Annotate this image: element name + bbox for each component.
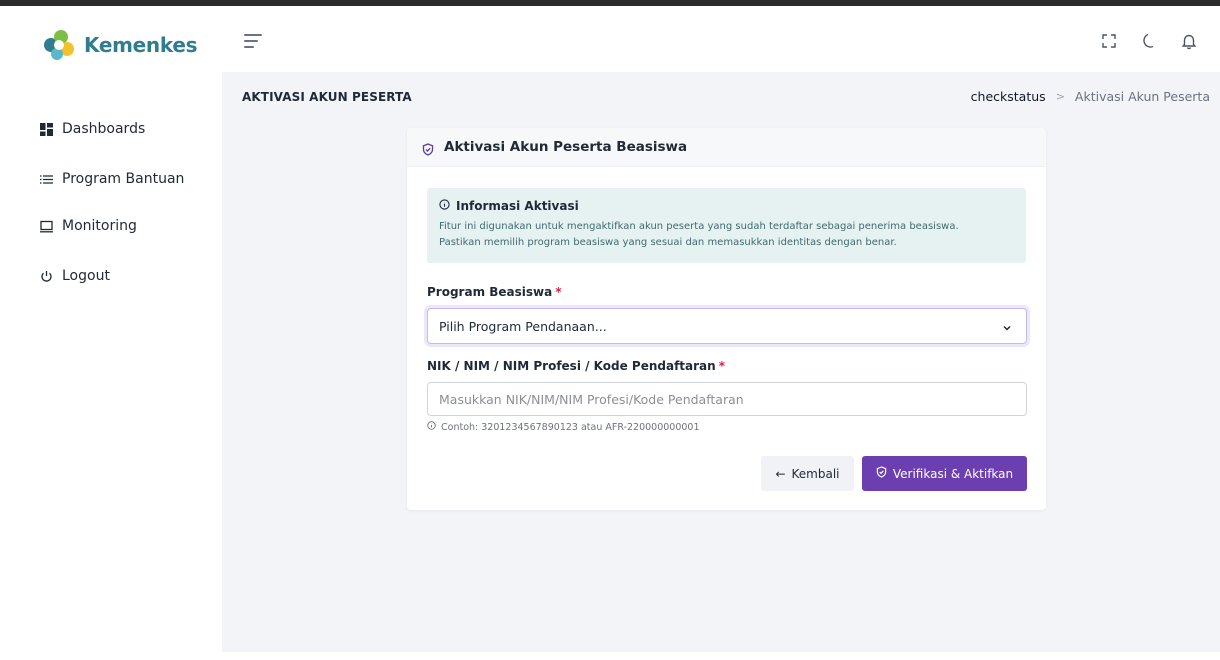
chevron-down-icon [1002,321,1012,331]
shield-icon [422,141,434,156]
header: Kemenkes [0,6,1220,72]
info-icon [427,421,436,433]
sidebar-item-monitoring[interactable]: Monitoring [40,218,137,234]
sidebar-item-logout[interactable]: Logout [40,268,110,284]
breadcrumb: checkstatus > Aktivasi Akun Peserta [971,89,1210,104]
brand[interactable]: Kemenkes [42,28,197,62]
power-icon [40,270,53,283]
brand-name: Kemenkes [84,33,198,57]
kemenkes-logo-icon [42,28,76,62]
program-select[interactable]: Pilih Program Pendanaan... [427,308,1027,344]
sidebar-item-dashboards[interactable]: Dashboards [40,121,145,137]
identity-label: NIK / NIM / NIM Profesi / Kode Pendaftar… [427,359,725,373]
sidebar-item-label: Logout [62,268,110,284]
sidebar-item-label: Program Bantuan [62,171,185,187]
info-title: Informasi Aktivasi [456,199,579,213]
identity-input[interactable] [427,382,1027,416]
dark-mode-icon[interactable] [1140,32,1158,50]
breadcrumb-link-checkstatus[interactable]: checkstatus [971,89,1046,104]
back-button-label: Kembali [791,466,840,481]
sidebar-item-label: Dashboards [62,121,146,137]
card-header: Aktivasi Akun Peserta Beasiswa [407,128,1046,167]
program-select-value: Pilih Program Pendanaan... [439,318,607,334]
notification-bell-icon[interactable] [1180,32,1198,50]
monitor-icon [40,220,53,233]
list-icon [40,173,53,186]
menu-toggle-icon[interactable] [244,34,262,50]
shield-check-icon [876,466,887,481]
fullscreen-icon[interactable] [1100,32,1118,50]
arrow-left-icon: ← [775,466,786,481]
identity-hint-text: Contoh: 3201234567890123 atau AFR-220000… [441,421,700,433]
back-button[interactable]: ← Kembali [761,456,854,491]
info-icon [439,199,450,213]
page-title: AKTIVASI AKUN PESERTA [242,90,412,104]
required-mark: * [718,359,725,373]
main-content: AKTIVASI AKUN PESERTA checkstatus > Akti… [222,72,1220,652]
program-label: Program Beasiswa * [427,285,562,299]
sidebar: Dashboards Program Bantuan Monitoring Lo… [0,72,222,660]
breadcrumb-current: Aktivasi Akun Peserta [1074,89,1210,104]
sidebar-item-program-bantuan[interactable]: Program Bantuan [40,171,184,187]
activation-card: Aktivasi Akun Peserta Beasiswa Informasi… [407,128,1046,510]
grid-icon [40,122,53,136]
verify-activate-button[interactable]: Verifikasi & Aktifkan [862,456,1027,491]
info-text-line-1: Fitur ini digunakan untuk mengaktifkan a… [439,221,959,232]
card-title: Aktivasi Akun Peserta Beasiswa [444,139,688,155]
sidebar-item-label: Monitoring [62,218,137,234]
required-mark: * [555,285,562,299]
verify-button-label: Verifikasi & Aktifkan [892,466,1014,481]
info-alert: Informasi Aktivasi Fitur ini digunakan u… [427,188,1026,263]
info-text-line-2: Pastikan memilih program beasiswa yang s… [439,237,897,248]
breadcrumb-separator: > [1055,90,1065,103]
identity-hint: Contoh: 3201234567890123 atau AFR-220000… [427,421,700,433]
